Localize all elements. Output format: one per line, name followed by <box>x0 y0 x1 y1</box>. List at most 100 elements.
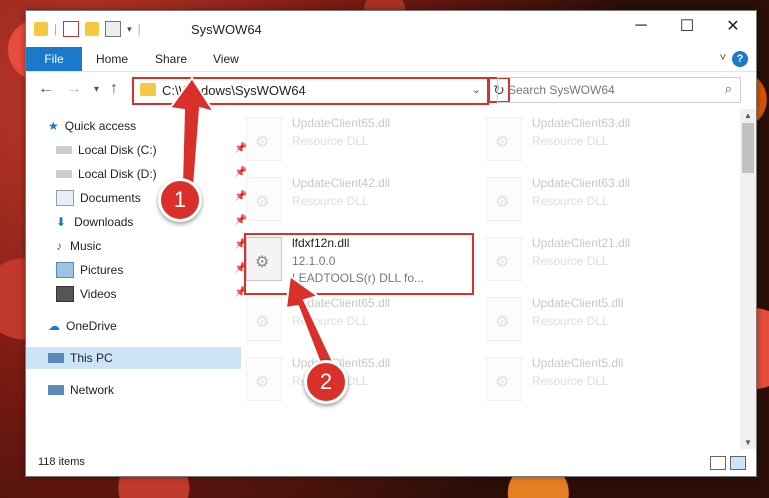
sidebar-item-local-disk-d[interactable]: Local Disk (D:) 📌 <box>26 163 249 185</box>
file-item[interactable]: ⚙ UpdateClient5.dll Resource DLL <box>482 349 712 409</box>
tab-view[interactable]: View <box>213 47 239 71</box>
file-item[interactable]: ⚙ UpdateClient65.dll Resource DLL <box>242 349 472 409</box>
sidebar-item-pictures[interactable]: Pictures 📌 <box>26 259 249 281</box>
gear-icon: ⚙ <box>255 374 270 391</box>
callout-badge-one: 1 <box>158 178 202 222</box>
file-name: UpdateClient65.dll <box>292 116 391 130</box>
file-description: Resource DLL <box>532 134 609 148</box>
search-input[interactable]: Search SysWOW64 ⌕ <box>497 77 741 103</box>
new-folder-icon[interactable] <box>85 22 100 36</box>
status-bar: 118 items <box>26 446 756 476</box>
file-explorer-window: | ▾ | SysWOW64 ─ ☐ ✕ File Home Share Vie… <box>25 10 757 477</box>
tab-home[interactable]: Home <box>96 47 128 71</box>
sidebar-item-label: Videos <box>80 287 117 301</box>
separator: | <box>137 22 141 36</box>
sidebar-item-documents[interactable]: Documents 📌 <box>26 187 249 209</box>
sidebar-item-quick-access[interactable]: ★ Quick access <box>26 115 241 137</box>
sidebar-item-label: Downloads <box>74 215 134 229</box>
sidebar-item-label: Documents <box>80 191 141 205</box>
folder-icon <box>34 22 48 36</box>
file-item[interactable]: ⚙ UpdateClient42.dll Resource DLL <box>242 169 472 229</box>
window-title: SysWOW64 <box>191 22 262 37</box>
tab-file[interactable]: File <box>26 47 82 71</box>
file-item[interactable]: ⚙ UpdateClient21.dll Resource DLL <box>482 229 712 289</box>
large-icons-view-icon[interactable] <box>730 456 746 470</box>
file-name: UpdateClient42.dll <box>292 176 391 190</box>
separator: | <box>54 22 58 36</box>
file-item[interactable]: ⚙ UpdateClient5.dll Resource DLL <box>482 289 712 349</box>
sidebar-item-local-disk-c[interactable]: Local Disk (C:) 📌 <box>26 139 249 161</box>
drive-icon <box>56 146 72 154</box>
customize-icon[interactable] <box>105 21 122 37</box>
close-icon[interactable]: ✕ <box>710 11 756 41</box>
back-arrow-icon[interactable]: ← <box>38 80 54 98</box>
file-description: Resource DLL <box>532 374 609 388</box>
navigation-pane: ★ Quick access Local Disk (C:) 📌 Local D… <box>26 109 247 449</box>
minimize-icon[interactable]: ─ <box>618 11 664 41</box>
address-path: C:\Windows\SysWOW64 <box>162 83 306 98</box>
address-bar[interactable]: C:\Windows\SysWOW64 ⌄ <box>132 77 489 105</box>
gear-icon: ⚙ <box>255 194 270 211</box>
sidebar-item-network[interactable]: Network <box>26 379 241 401</box>
file-description: Resource DLL <box>292 314 369 328</box>
recent-locations-icon[interactable]: ▾ <box>94 84 99 95</box>
sidebar-item-music[interactable]: ♪ Music 📌 <box>26 235 249 257</box>
item-count: 118 items <box>38 456 85 468</box>
file-name: UpdateClient63.dll <box>532 116 631 130</box>
chevron-down-icon[interactable]: ⌄ <box>472 83 481 96</box>
file-description: Resource DLL <box>292 134 369 148</box>
file-name: UpdateClient21.dll <box>532 236 631 250</box>
sidebar-item-downloads[interactable]: ⬇ Downloads 📌 <box>26 211 249 233</box>
file-item[interactable]: ⚙ UpdateClient65.dll Resource DLL <box>242 289 472 349</box>
file-item[interactable]: ⚙ UpdateClient63.dll Resource DLL <box>482 169 712 229</box>
dll-file-icon: ⚙ <box>246 177 282 221</box>
sidebar-item-label: OneDrive <box>66 319 117 333</box>
sidebar-item-label: This PC <box>70 351 113 365</box>
drive-icon <box>56 170 72 178</box>
sidebar-item-label: Quick access <box>64 119 137 133</box>
dll-file-icon: ⚙ <box>246 357 282 401</box>
file-description: Resource DLL <box>532 254 609 268</box>
properties-icon[interactable] <box>63 21 80 37</box>
sidebar-item-label: Music <box>70 239 102 253</box>
maximize-icon[interactable]: ☐ <box>664 11 710 41</box>
up-arrow-icon[interactable]: ↑ <box>110 80 118 98</box>
vertical-scrollbar[interactable]: ▲ ▼ <box>740 109 756 449</box>
search-placeholder: Search SysWOW64 <box>508 83 615 97</box>
dll-file-icon: ⚙ <box>486 117 522 161</box>
gear-icon: ⚙ <box>495 134 510 151</box>
details-view-icon[interactable] <box>710 456 726 470</box>
sidebar-item-this-pc[interactable]: This PC <box>26 347 241 369</box>
gear-icon: ⚙ <box>495 314 510 331</box>
star-icon: ★ <box>48 119 59 133</box>
file-description: Resource DLL <box>532 314 609 328</box>
dll-file-icon: ⚙ <box>486 357 522 401</box>
file-description: Resource DLL <box>532 194 609 208</box>
scrollbar-thumb[interactable] <box>742 123 754 173</box>
navigation-bar: ← → ▾ ↑ C:\Windows\SysWOW64 ⌄ ↻ Search S… <box>26 73 756 105</box>
window-controls: ─ ☐ ✕ <box>618 11 756 41</box>
download-icon: ⬇ <box>56 215 67 229</box>
dll-file-icon: ⚙ <box>486 297 522 341</box>
file-item[interactable]: ⚙ UpdateClient63.dll Resource DLL <box>482 109 712 169</box>
help-button[interactable]: ? <box>732 51 748 67</box>
dll-file-icon: ⚙ <box>246 117 282 161</box>
dll-file-icon: ⚙ <box>486 177 522 221</box>
gear-icon: ⚙ <box>255 314 270 331</box>
ribbon-tabs: File Home Share View ˅ ? <box>26 47 756 72</box>
search-icon: ⌕ <box>724 81 732 96</box>
file-item[interactable]: ⚙ UpdateClient65.dll Resource DLL <box>242 109 472 169</box>
tab-share[interactable]: Share <box>155 47 187 71</box>
sidebar-item-onedrive[interactable]: ☁ OneDrive <box>26 315 241 337</box>
sidebar-item-label: Pictures <box>80 263 124 277</box>
file-name: UpdateClient5.dll <box>532 296 624 310</box>
forward-arrow-icon[interactable]: → <box>66 80 82 98</box>
chevron-down-icon[interactable]: ▾ <box>127 24 132 35</box>
scroll-up-icon[interactable]: ▲ <box>744 111 752 120</box>
dll-file-icon: ⚙ <box>486 237 522 281</box>
sidebar-item-videos[interactable]: Videos 📌 <box>26 283 249 305</box>
file-name: UpdateClient65.dll <box>292 296 391 310</box>
chevron-down-icon[interactable]: ˅ <box>720 52 726 64</box>
sidebar-item-label: Local Disk (C:) <box>78 143 157 157</box>
file-description: Resource DLL <box>292 194 369 208</box>
